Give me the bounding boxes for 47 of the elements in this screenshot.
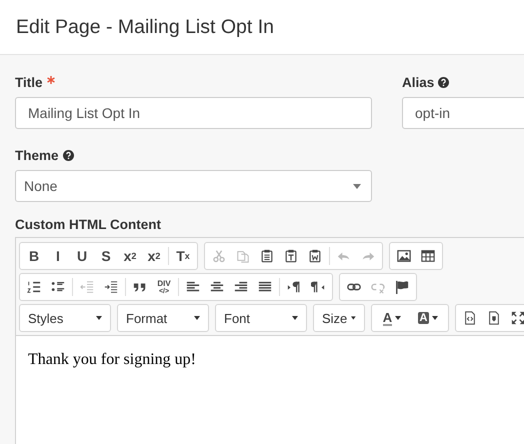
numbered-list-icon[interactable] xyxy=(27,280,41,294)
field-label: Theme xyxy=(15,148,59,162)
justify-icon[interactable] xyxy=(258,280,272,294)
field-label: Alias xyxy=(402,74,434,90)
text-color-button[interactable]: A xyxy=(374,306,410,330)
dropdown-button[interactable]: Styles xyxy=(22,306,108,330)
bullet-list-icon[interactable] xyxy=(51,280,65,294)
maximize-icon[interactable] xyxy=(511,311,524,325)
clipboard-icon[interactable] xyxy=(260,249,274,263)
dropdown-button[interactable]: Font xyxy=(218,306,304,330)
dropdown-caret-icon xyxy=(353,184,361,188)
caret-icon xyxy=(194,316,200,320)
align-right-icon[interactable] xyxy=(234,280,248,294)
superscript-button[interactable]: x$^{2}$ xyxy=(142,244,166,268)
text-field[interactable]: opt-in xyxy=(402,97,524,129)
bold-button[interactable]: B xyxy=(22,244,46,268)
strikethrough-button[interactable]: S xyxy=(94,244,118,268)
align-center-icon[interactable] xyxy=(210,280,224,294)
caret-icon xyxy=(351,316,356,320)
clipboard-text-icon[interactable] xyxy=(284,249,298,263)
dropdown-button[interactable]: Format xyxy=(120,306,206,330)
dropdown-button[interactable]: Size xyxy=(316,306,362,330)
align-left-icon[interactable] xyxy=(186,280,200,294)
pilcrow-left-icon[interactable] xyxy=(311,280,325,294)
background-color-button[interactable]: A xyxy=(410,306,446,330)
editor-text: Thank you for signing up! xyxy=(28,351,197,369)
caret-icon xyxy=(96,316,102,320)
clipboard-word-icon[interactable] xyxy=(308,249,322,263)
italic-button[interactable]: I xyxy=(46,244,70,268)
text-field[interactable]: Mailing List Opt In xyxy=(15,97,372,129)
document-icon[interactable] xyxy=(487,311,501,325)
flag-icon[interactable] xyxy=(395,280,409,294)
field-label: Title xyxy=(15,74,43,90)
caret-icon xyxy=(395,316,402,320)
field-label: Custom HTML Content xyxy=(15,216,161,232)
image-icon[interactable] xyxy=(397,249,411,263)
page-title: Edit Page - Mailing List Opt In xyxy=(16,16,274,38)
help-icon[interactable] xyxy=(62,150,74,160)
theme-select[interactable]: None xyxy=(15,170,372,202)
pilcrow-right-icon[interactable] xyxy=(287,280,301,294)
source-code-icon[interactable] xyxy=(463,311,477,325)
caret-icon xyxy=(432,316,438,320)
underline-button[interactable]: U xyxy=(70,244,94,268)
indent-icon[interactable] xyxy=(104,280,118,294)
caret-icon xyxy=(292,316,298,320)
table-icon[interactable] xyxy=(421,249,435,263)
help-icon[interactable] xyxy=(438,76,450,88)
